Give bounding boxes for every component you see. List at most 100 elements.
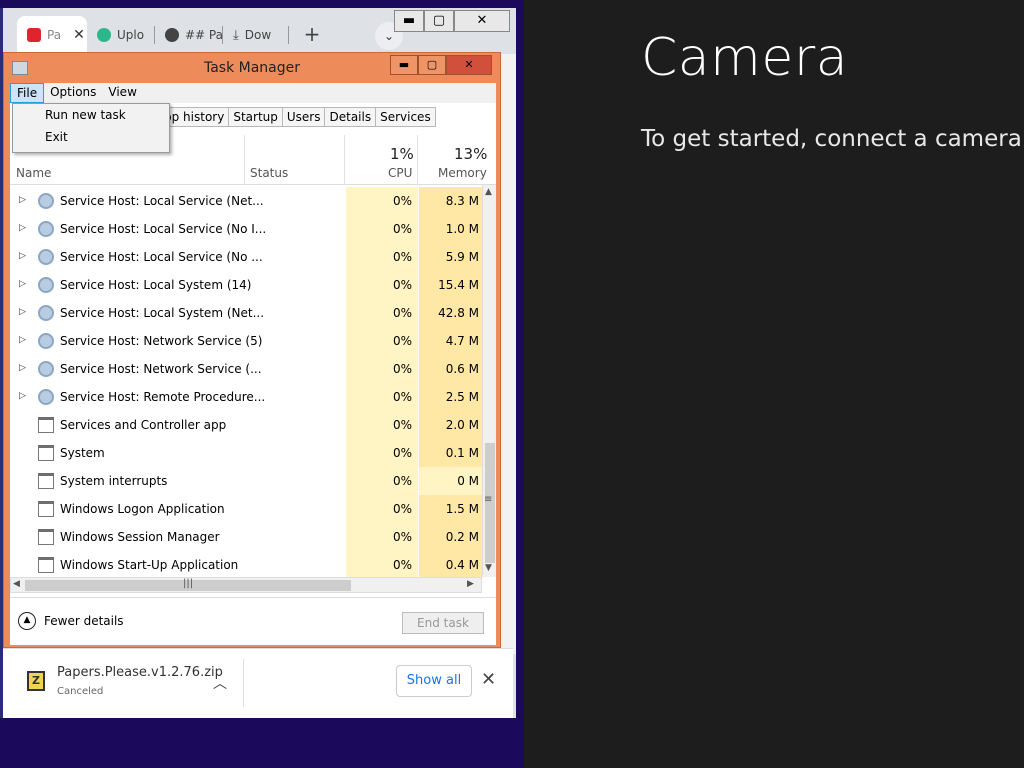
window-icon [38, 557, 54, 573]
minimize-button[interactable]: ▬ [394, 10, 424, 32]
table-row[interactable]: ▷ Service Host: Remote Procedure... 0% 2.5 … [10, 383, 482, 411]
table-row[interactable]: ▷ Service Host: Local Service (No ... 0% 5.… [10, 243, 482, 271]
tm-minimize-button[interactable]: ▬ [390, 55, 418, 75]
table-row[interactable]: ▷ Service Host: Local Service (No I... 0% 1… [10, 215, 482, 243]
window-icon [38, 529, 54, 545]
download-icon: ⤓ [233, 27, 239, 43]
column-cpu[interactable]: CPU [388, 166, 412, 180]
scroll-left-icon[interactable]: ◀ [13, 579, 20, 589]
menu-view[interactable]: View [102, 83, 142, 103]
scroll-up-icon[interactable]: ▲ [485, 187, 492, 197]
tab-3[interactable]: ⤓ Dow [223, 16, 289, 54]
menu-bar: File Options View [10, 83, 496, 103]
download-filename[interactable]: Papers.Please.v1.2.76.zip [57, 665, 223, 680]
tab-close-icon[interactable]: ✕ [73, 27, 85, 43]
expand-icon[interactable]: ▷ [19, 391, 26, 401]
process-name: System interrupts [60, 474, 168, 488]
table-row[interactable]: ▷ Service Host: Local Service (Net... 0% 8.… [10, 187, 482, 215]
scroll-right-icon[interactable]: ▶ [467, 579, 474, 589]
tab-2[interactable]: ## Pa [155, 16, 223, 54]
tab-label: Pa [47, 28, 62, 42]
close-icon[interactable]: ✕ [481, 669, 496, 690]
chevron-up-icon: ▲ [18, 612, 36, 630]
end-task-button[interactable]: End task [402, 612, 484, 634]
close-button[interactable]: ✕ [454, 10, 510, 32]
window-icon [38, 473, 54, 489]
chevron-up-icon[interactable]: ︿ [213, 673, 227, 693]
tm-maximize-button[interactable]: ▢ [418, 55, 446, 75]
menu-exit[interactable]: Exit [13, 126, 169, 148]
camera-title: Camera [641, 28, 849, 88]
tab-startup[interactable]: Startup [228, 107, 283, 127]
new-tab-button[interactable]: + [299, 22, 325, 48]
table-row[interactable]: System interrupts 0% 0 M [10, 467, 482, 495]
process-cpu: 0% [346, 551, 418, 579]
tab-services[interactable]: Services [375, 107, 436, 127]
process-cpu: 0% [346, 215, 418, 243]
column-status[interactable]: Status [250, 166, 288, 180]
menu-options[interactable]: Options [44, 83, 102, 103]
menu-run-new-task[interactable]: Run new task [13, 104, 169, 126]
table-row[interactable]: ▷ Service Host: Local System (Net... 0% 42.… [10, 299, 482, 327]
expand-icon[interactable]: ▷ [19, 363, 26, 373]
tm-close-button[interactable]: ✕ [446, 55, 492, 75]
tab-0[interactable]: Pa ✕ [17, 16, 87, 54]
process-name: Service Host: Local Service (No I... [60, 222, 267, 236]
table-row[interactable]: ▷ Service Host: Network Service (... 0% 0.6… [10, 355, 482, 383]
process-name: Service Host: Remote Procedure... [60, 390, 266, 404]
lock-icon [27, 28, 41, 42]
process-memory: 1.5 M [419, 495, 482, 523]
window-icon [38, 417, 54, 433]
expand-icon[interactable]: ▷ [19, 335, 26, 345]
table-row[interactable]: Windows Session Manager 0% 0.2 M [10, 523, 482, 551]
expand-icon[interactable]: ▷ [19, 195, 26, 205]
fewer-details-button[interactable]: ▲ Fewer details [18, 612, 124, 630]
file-menu-dropdown: Run new task Exit [12, 103, 170, 153]
column-name[interactable]: Name [16, 166, 51, 180]
process-cpu: 0% [346, 187, 418, 215]
process-cpu: 0% [346, 439, 418, 467]
table-row[interactable]: Windows Start-Up Application 0% 0.4 M [10, 551, 482, 579]
show-all-button[interactable]: Show all [396, 665, 472, 697]
gear-icon [38, 389, 54, 405]
download-bar: Z Papers.Please.v1.2.76.zip Canceled ︿ S… [3, 648, 513, 718]
maximize-button[interactable]: ▢ [424, 10, 454, 32]
expand-icon[interactable]: ▷ [19, 251, 26, 261]
window-icon [38, 445, 54, 461]
process-name: Service Host: Network Service (... [60, 362, 262, 376]
expand-icon[interactable]: ▷ [19, 223, 26, 233]
menu-file[interactable]: File [10, 83, 45, 103]
table-row[interactable]: ▷ Service Host: Network Service (5) 0% 4.7 … [10, 327, 482, 355]
process-cpu: 0% [346, 327, 418, 355]
cpu-total: 1% [390, 145, 414, 163]
process-name: Windows Session Manager [60, 530, 220, 544]
process-cpu: 0% [346, 383, 418, 411]
vertical-scrollbar[interactable]: ▲ ≡ ▼ [482, 185, 496, 577]
tab-details[interactable]: Details [324, 107, 377, 127]
task-manager-window: Task Manager ▬ ▢ ✕ File Options View pp … [3, 52, 501, 648]
tab-1[interactable]: Uplo [87, 16, 155, 54]
memory-total: 13% [454, 145, 488, 163]
table-row[interactable]: Services and Controller app 0% 2.0 M [10, 411, 482, 439]
process-cpu: 0% [346, 271, 418, 299]
process-cpu: 0% [346, 467, 418, 495]
table-row[interactable]: System 0% 0.1 M [10, 439, 482, 467]
table-row[interactable]: ▷ Service Host: Local System (14) 0% 15.4 M [10, 271, 482, 299]
task-manager-titlebar[interactable]: Task Manager ▬ ▢ ✕ [4, 53, 500, 83]
tab-label: ## Pa [185, 28, 223, 42]
process-cpu: 0% [346, 411, 418, 439]
tab-users[interactable]: Users [281, 107, 326, 127]
expand-icon[interactable]: ▷ [19, 279, 26, 289]
process-memory: 2.5 M [419, 383, 482, 411]
column-divider [244, 135, 245, 185]
tab-label: Dow [244, 28, 272, 42]
table-row[interactable]: Windows Logon Application 0% 1.5 M [10, 495, 482, 523]
column-memory[interactable]: Memory [438, 166, 487, 180]
grip-icon: ||| [183, 578, 194, 589]
scroll-down-icon[interactable]: ▼ [485, 563, 492, 573]
process-cpu: 0% [346, 523, 418, 551]
process-list: ▷ Service Host: Local Service (Net... 0% 8.… [10, 187, 482, 579]
expand-icon[interactable]: ▷ [19, 307, 26, 317]
gear-icon [38, 221, 54, 237]
horizontal-scrollbar[interactable]: ◀ ||| ▶ [10, 577, 482, 593]
